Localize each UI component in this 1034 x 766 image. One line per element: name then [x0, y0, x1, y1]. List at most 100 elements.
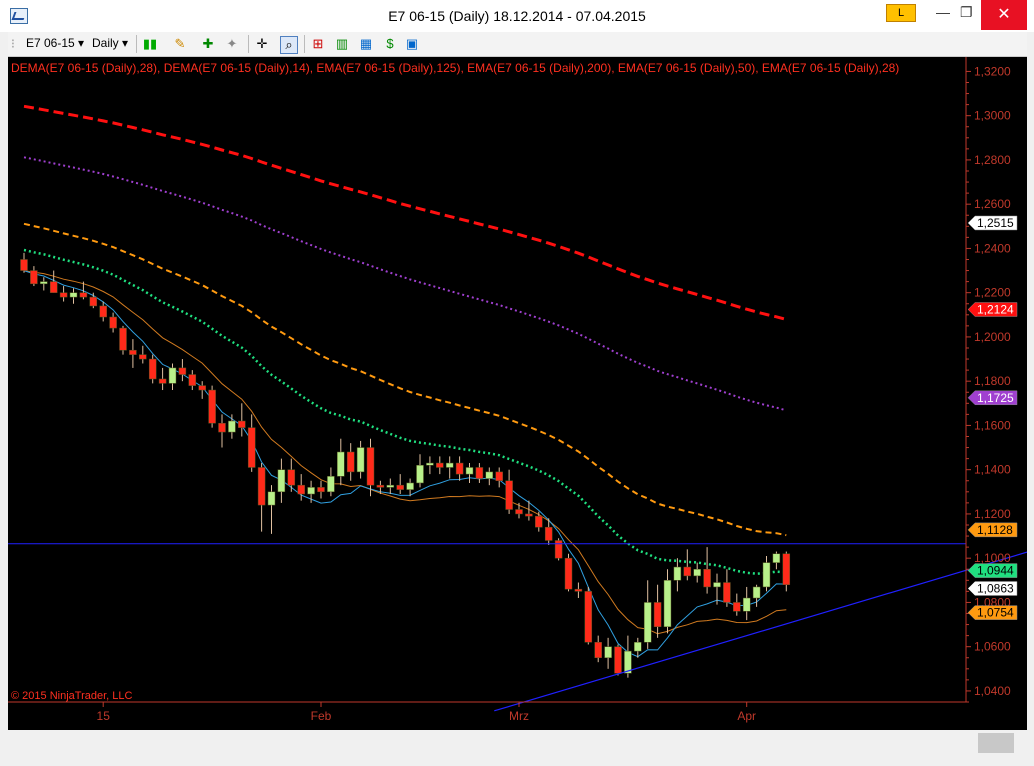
strategy-icon[interactable]: ✦ — [224, 36, 240, 52]
y-tick-label: 1,3200 — [974, 64, 1011, 78]
bar-style-icon[interactable]: ▮▮ — [142, 36, 158, 52]
candle-down — [79, 292, 88, 298]
dollar-icon[interactable]: $ — [382, 36, 398, 52]
candle-down — [683, 566, 692, 577]
candle-up — [673, 566, 682, 581]
minimize-icon[interactable]: — — [936, 4, 950, 20]
ema50-line — [23, 222, 787, 537]
candle-up — [307, 487, 315, 495]
restore-icon[interactable]: ❐ — [960, 4, 973, 21]
candle-down — [554, 540, 563, 559]
candle-up — [762, 562, 771, 588]
candle-up — [69, 292, 78, 298]
candle-up — [663, 580, 672, 628]
price-label-text: 1,1128 — [977, 523, 1013, 537]
candle-down — [20, 259, 28, 271]
candle-up — [386, 484, 395, 488]
candle-down — [287, 469, 296, 486]
candle-up — [228, 420, 236, 433]
y-tick-label: 1,2600 — [974, 197, 1011, 211]
candle-down — [455, 462, 464, 475]
candle-down — [733, 602, 741, 612]
candle-down — [584, 591, 593, 643]
candle-up — [604, 646, 612, 658]
candle-down — [475, 467, 484, 479]
candle-down — [525, 513, 533, 517]
candle-up — [426, 462, 434, 466]
candle-down — [614, 646, 622, 674]
y-tick-label: 1,2800 — [974, 153, 1011, 167]
candle-down — [594, 642, 602, 658]
candle-up — [465, 467, 474, 475]
price-label-text: 1,0754 — [977, 606, 1014, 620]
toolbar-separator — [136, 35, 137, 53]
y-tick-label: 1,1600 — [974, 418, 1011, 432]
candle-up — [693, 568, 701, 577]
zoom-icon[interactable]: ⌕ — [280, 36, 298, 54]
toolbar-separator — [304, 35, 305, 53]
y-tick-label: 1,1800 — [974, 374, 1011, 388]
candle-up — [406, 482, 414, 490]
title-bar: E7 06-15 (Daily) 18.12.2014 - 07.04.2015… — [0, 0, 1034, 32]
candle-up — [267, 491, 276, 506]
price-label-text: 1,0863 — [977, 581, 1014, 595]
window-title: E7 06-15 (Daily) 18.12.2014 - 07.04.2015 — [388, 8, 646, 24]
y-tick-label: 1,1400 — [974, 463, 1011, 477]
candle-up — [40, 281, 48, 285]
candle-up — [168, 367, 177, 384]
candle-down — [257, 467, 266, 506]
horizontal-scrollbar[interactable] — [8, 730, 1027, 758]
instrument-selector[interactable]: E7 06-15 ▾ — [26, 36, 84, 50]
close-button[interactable]: ✕ — [981, 0, 1027, 30]
scrollbar-thumb[interactable] — [978, 733, 1014, 753]
ema28-line — [23, 248, 787, 575]
period-selector[interactable]: Daily ▾ — [92, 36, 128, 50]
chart-properties-icon[interactable]: ▦ — [358, 36, 374, 52]
toolbar: ⁝ E7 06-15 ▾ Daily ▾ ▮▮ ✎ ✚ ✦ ✛ ⌕ ⊞ ▥ ▦ … — [8, 32, 1027, 57]
candle-up — [356, 447, 365, 473]
candle-up — [742, 597, 751, 612]
candle-down — [158, 378, 167, 384]
link-button[interactable]: L — [886, 4, 916, 22]
candle-down — [208, 389, 216, 424]
candle-down — [703, 568, 711, 588]
candle-down — [148, 358, 157, 380]
candle-down — [129, 349, 137, 355]
candle-up — [643, 602, 652, 643]
ema125-line — [23, 156, 787, 412]
candle-down — [89, 296, 98, 307]
candle-down — [30, 270, 38, 285]
chart-area[interactable]: 1,3200 1,3000 1,2800 1,2600 1,2400 1,2200 1,20… — [8, 57, 1034, 730]
strategies-icon[interactable]: ▥ — [334, 36, 350, 52]
candle-up — [485, 471, 494, 479]
data-box-icon[interactable]: ▣ — [404, 36, 420, 52]
grip-icon: ⁝ — [10, 36, 16, 51]
candle-up — [327, 476, 335, 493]
price-label-text: 1,2515 — [977, 216, 1014, 230]
candle-up — [634, 642, 642, 652]
dema14-line — [23, 270, 787, 658]
candle-down — [238, 420, 246, 428]
candle-down — [109, 316, 117, 329]
indicators-icon[interactable]: ⊞ — [310, 36, 326, 52]
candle-down — [515, 509, 523, 515]
price-chart[interactable]: 1,3200 1,3000 1,2800 1,2600 1,2400 1,2200 1,20… — [8, 57, 1034, 730]
drawing-tool-icon[interactable]: ✎ — [172, 36, 188, 52]
candle-down — [495, 471, 503, 481]
candle-down — [436, 462, 444, 468]
crosshair-icon[interactable]: ✛ — [254, 36, 270, 52]
y-tick-label: 1,2000 — [974, 330, 1011, 344]
candle-down — [723, 582, 731, 603]
price-label-text: 1,2124 — [977, 302, 1014, 316]
candle-down — [59, 292, 68, 298]
candle-down — [188, 374, 197, 386]
candle-down — [505, 480, 513, 510]
candle-down — [49, 281, 58, 293]
candle-down — [396, 484, 404, 490]
x-tick-label: Feb — [311, 709, 332, 723]
candle-down — [544, 526, 553, 541]
candle-up — [752, 586, 761, 599]
add-indicator-icon[interactable]: ✚ — [200, 36, 216, 52]
copyright-text: © 2015 NinjaTrader, LLC — [11, 690, 132, 702]
candle-down — [564, 557, 573, 590]
